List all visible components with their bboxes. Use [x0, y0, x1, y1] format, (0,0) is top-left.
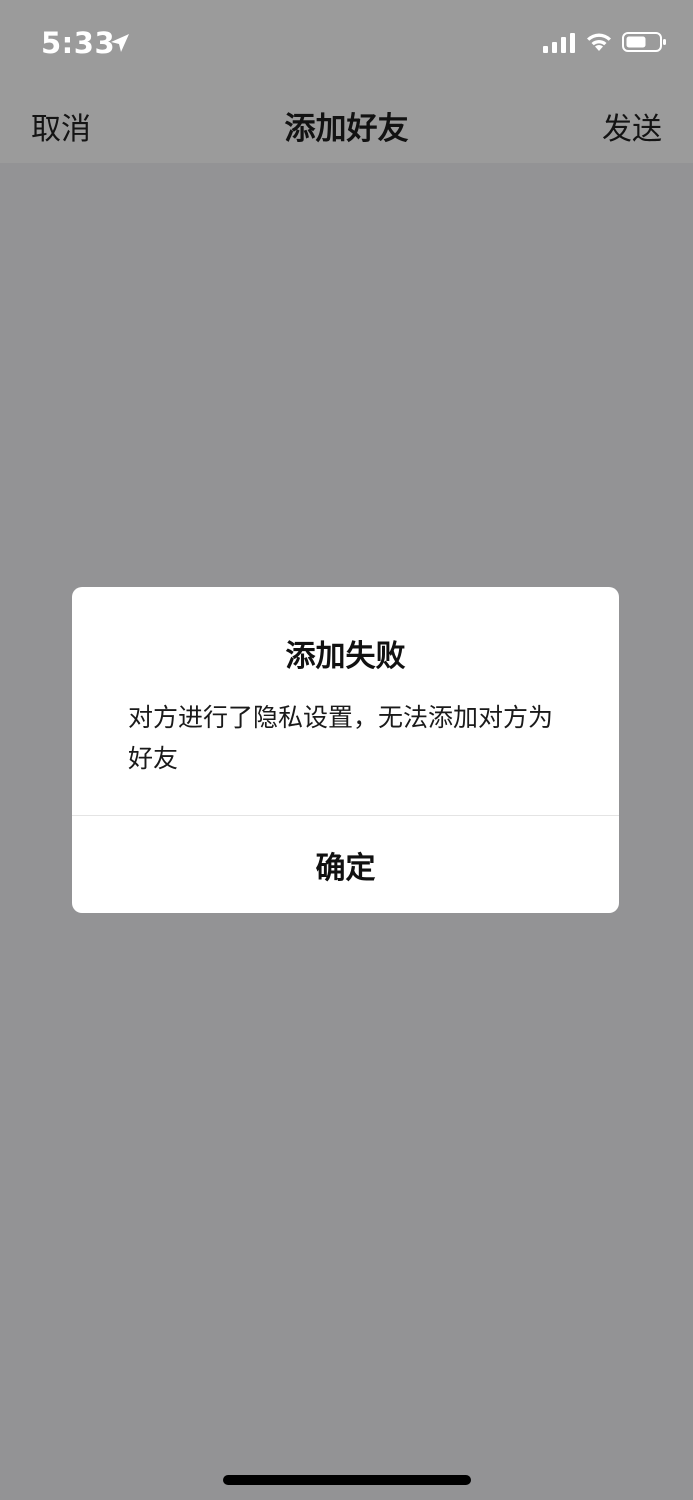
dialog-message: 对方进行了隐私设置，无法添加对方为好友: [128, 703, 554, 773]
home-indicator[interactable]: [223, 1475, 471, 1485]
confirm-button[interactable]: 确定: [72, 816, 619, 913]
top-bar: 5:33 取消 添加好友 发送: [0, 0, 693, 163]
dialog-title: 添加失败: [285, 639, 406, 674]
page-title: 添加好友: [284, 111, 409, 147]
screen: 5:33 取消 添加好友 发送 添加失败 对方进行了隐私设置，无法添加对方为好友…: [0, 0, 693, 1500]
send-button[interactable]: 发送: [602, 104, 662, 148]
wifi-icon: [587, 33, 611, 51]
status-time: 5:33: [41, 26, 116, 60]
status-bar: 5:33: [0, 0, 693, 86]
nav-bar: 取消 添加好友 发送: [0, 86, 693, 163]
alert-dialog: 添加失败 对方进行了隐私设置，无法添加对方为好友 确定: [72, 587, 619, 913]
cellular-signal-icon: [543, 33, 575, 53]
battery-icon: [622, 32, 666, 52]
location-arrow-icon: [111, 34, 129, 52]
